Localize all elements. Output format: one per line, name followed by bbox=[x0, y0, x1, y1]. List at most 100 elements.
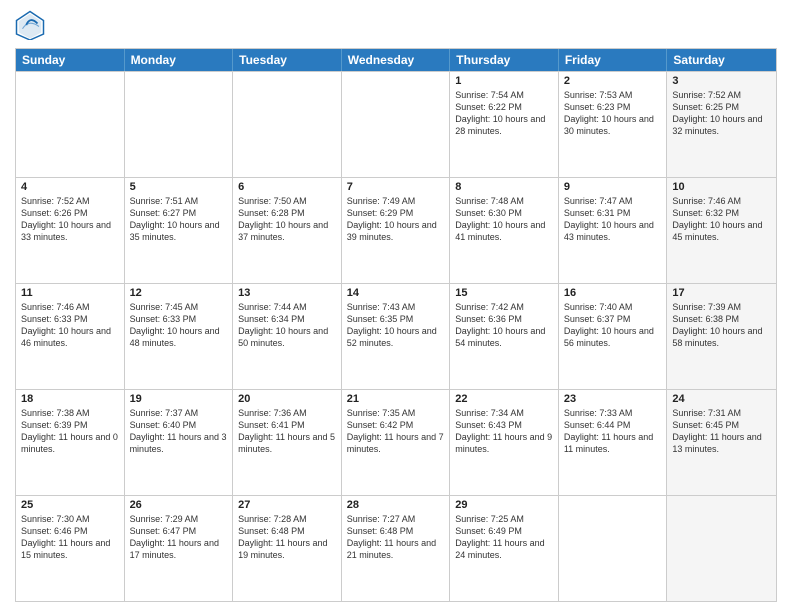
calendar-row-1: 4Sunrise: 7:52 AM Sunset: 6:26 PM Daylig… bbox=[16, 177, 776, 283]
day-cell-15: 15 Sunrise: 7:42 AM Sunset: 6:36 PM Dayli… bbox=[450, 284, 559, 389]
day-cell-16: 16 Sunrise: 7:40 AM Sunset: 6:37 PM Dayli… bbox=[559, 284, 668, 389]
header bbox=[15, 10, 777, 40]
day-info: Sunrise: 7:46 AM Sunset: 6:32 PM Dayligh… bbox=[672, 195, 771, 244]
day-number: 27 bbox=[238, 499, 336, 511]
empty-cell-0-0 bbox=[16, 72, 125, 177]
day-number: 19 bbox=[130, 393, 228, 405]
day-cell-9: 9 Sunrise: 7:47 AM Sunset: 6:31 PM Daylig… bbox=[559, 178, 668, 283]
day-cell-17: 17 Sunrise: 7:39 AM Sunset: 6:38 PM Dayli… bbox=[667, 284, 776, 389]
header-day-sunday: Sunday bbox=[16, 49, 125, 71]
empty-cell-0-1 bbox=[125, 72, 234, 177]
day-cell-1: 1 Sunrise: 7:54 AM Sunset: 6:22 PM Daylig… bbox=[450, 72, 559, 177]
day-number: 1 bbox=[455, 75, 553, 87]
day-info: Sunrise: 7:28 AM Sunset: 6:48 PM Dayligh… bbox=[238, 513, 336, 562]
day-number: 8 bbox=[455, 181, 553, 193]
empty-cell-4-5 bbox=[559, 496, 668, 601]
day-cell-10: 10 Sunrise: 7:46 AM Sunset: 6:32 PM Dayli… bbox=[667, 178, 776, 283]
day-cell-4: 4Sunrise: 7:52 AM Sunset: 6:26 PM Daylig… bbox=[16, 178, 125, 283]
day-info: Sunrise: 7:49 AM Sunset: 6:29 PM Dayligh… bbox=[347, 195, 445, 244]
day-cell-28: 28Sunrise: 7:27 AM Sunset: 6:48 PM Dayli… bbox=[342, 496, 451, 601]
calendar-header: SundayMondayTuesdayWednesdayThursdayFrid… bbox=[16, 49, 776, 71]
page: SundayMondayTuesdayWednesdayThursdayFrid… bbox=[0, 0, 792, 612]
calendar-row-3: 18 Sunrise: 7:38 AM Sunset: 6:39 PM Dayli… bbox=[16, 389, 776, 495]
day-info: Sunrise: 7:27 AM Sunset: 6:48 PM Dayligh… bbox=[347, 513, 445, 562]
day-cell-22: 22 Sunrise: 7:34 AM Sunset: 6:43 PM Dayli… bbox=[450, 390, 559, 495]
day-number: 16 bbox=[564, 287, 662, 299]
empty-cell-0-2 bbox=[233, 72, 342, 177]
day-info: Sunrise: 7:34 AM Sunset: 6:43 PM Dayligh… bbox=[455, 407, 553, 456]
day-info: Sunrise: 7:31 AM Sunset: 6:45 PM Dayligh… bbox=[672, 407, 771, 456]
day-number: 17 bbox=[672, 287, 771, 299]
day-info: Sunrise: 7:36 AM Sunset: 6:41 PM Dayligh… bbox=[238, 407, 336, 456]
day-number: 12 bbox=[130, 287, 228, 299]
logo bbox=[15, 10, 49, 40]
day-info: Sunrise: 7:45 AM Sunset: 6:33 PM Dayligh… bbox=[130, 301, 228, 350]
header-day-monday: Monday bbox=[125, 49, 234, 71]
day-info: Sunrise: 7:33 AM Sunset: 6:44 PM Dayligh… bbox=[564, 407, 662, 456]
header-day-tuesday: Tuesday bbox=[233, 49, 342, 71]
day-info: Sunrise: 7:38 AM Sunset: 6:39 PM Dayligh… bbox=[21, 407, 119, 456]
day-number: 18 bbox=[21, 393, 119, 405]
day-number: 2 bbox=[564, 75, 662, 87]
day-info: Sunrise: 7:53 AM Sunset: 6:23 PM Dayligh… bbox=[564, 89, 662, 138]
day-number: 25 bbox=[21, 499, 119, 511]
day-number: 5 bbox=[130, 181, 228, 193]
day-cell-25: 25 Sunrise: 7:30 AM Sunset: 6:46 PM Dayli… bbox=[16, 496, 125, 601]
day-cell-29: 29 Sunrise: 7:25 AM Sunset: 6:49 PM Dayli… bbox=[450, 496, 559, 601]
day-cell-27: 27 Sunrise: 7:28 AM Sunset: 6:48 PM Dayli… bbox=[233, 496, 342, 601]
day-number: 26 bbox=[130, 499, 228, 511]
calendar-row-0: 1 Sunrise: 7:54 AM Sunset: 6:22 PM Daylig… bbox=[16, 71, 776, 177]
day-number: 23 bbox=[564, 393, 662, 405]
day-number: 29 bbox=[455, 499, 553, 511]
calendar: SundayMondayTuesdayWednesdayThursdayFrid… bbox=[15, 48, 777, 602]
day-info: Sunrise: 7:47 AM Sunset: 6:31 PM Dayligh… bbox=[564, 195, 662, 244]
day-number: 21 bbox=[347, 393, 445, 405]
day-info: Sunrise: 7:35 AM Sunset: 6:42 PM Dayligh… bbox=[347, 407, 445, 456]
day-info: Sunrise: 7:54 AM Sunset: 6:22 PM Dayligh… bbox=[455, 89, 553, 138]
day-number: 22 bbox=[455, 393, 553, 405]
day-cell-24: 24 Sunrise: 7:31 AM Sunset: 6:45 PM Dayli… bbox=[667, 390, 776, 495]
day-info: Sunrise: 7:46 AM Sunset: 6:33 PM Dayligh… bbox=[21, 301, 119, 350]
day-info: Sunrise: 7:42 AM Sunset: 6:36 PM Dayligh… bbox=[455, 301, 553, 350]
day-cell-5: 5 Sunrise: 7:51 AM Sunset: 6:27 PM Daylig… bbox=[125, 178, 234, 283]
day-number: 11 bbox=[21, 287, 119, 299]
day-cell-3: 3 Sunrise: 7:52 AM Sunset: 6:25 PM Daylig… bbox=[667, 72, 776, 177]
day-info: Sunrise: 7:52 AM Sunset: 6:26 PM Dayligh… bbox=[21, 195, 119, 244]
day-cell-23: 23 Sunrise: 7:33 AM Sunset: 6:44 PM Dayli… bbox=[559, 390, 668, 495]
day-info: Sunrise: 7:29 AM Sunset: 6:47 PM Dayligh… bbox=[130, 513, 228, 562]
day-info: Sunrise: 7:30 AM Sunset: 6:46 PM Dayligh… bbox=[21, 513, 119, 562]
day-info: Sunrise: 7:37 AM Sunset: 6:40 PM Dayligh… bbox=[130, 407, 228, 456]
empty-cell-4-6 bbox=[667, 496, 776, 601]
day-info: Sunrise: 7:51 AM Sunset: 6:27 PM Dayligh… bbox=[130, 195, 228, 244]
day-info: Sunrise: 7:52 AM Sunset: 6:25 PM Dayligh… bbox=[672, 89, 771, 138]
day-number: 6 bbox=[238, 181, 336, 193]
day-number: 20 bbox=[238, 393, 336, 405]
logo-icon bbox=[15, 10, 45, 40]
day-number: 15 bbox=[455, 287, 553, 299]
day-cell-19: 19 Sunrise: 7:37 AM Sunset: 6:40 PM Dayli… bbox=[125, 390, 234, 495]
day-info: Sunrise: 7:25 AM Sunset: 6:49 PM Dayligh… bbox=[455, 513, 553, 562]
day-info: Sunrise: 7:43 AM Sunset: 6:35 PM Dayligh… bbox=[347, 301, 445, 350]
day-cell-7: 7 Sunrise: 7:49 AM Sunset: 6:29 PM Daylig… bbox=[342, 178, 451, 283]
day-cell-18: 18 Sunrise: 7:38 AM Sunset: 6:39 PM Dayli… bbox=[16, 390, 125, 495]
day-number: 10 bbox=[672, 181, 771, 193]
header-day-thursday: Thursday bbox=[450, 49, 559, 71]
day-number: 7 bbox=[347, 181, 445, 193]
empty-cell-0-3 bbox=[342, 72, 451, 177]
day-cell-13: 13Sunrise: 7:44 AM Sunset: 6:34 PM Dayli… bbox=[233, 284, 342, 389]
day-cell-20: 20 Sunrise: 7:36 AM Sunset: 6:41 PM Dayli… bbox=[233, 390, 342, 495]
day-cell-21: 21 Sunrise: 7:35 AM Sunset: 6:42 PM Dayli… bbox=[342, 390, 451, 495]
day-number: 3 bbox=[672, 75, 771, 87]
day-cell-26: 26 Sunrise: 7:29 AM Sunset: 6:47 PM Dayli… bbox=[125, 496, 234, 601]
day-number: 13 bbox=[238, 287, 336, 299]
day-number: 14 bbox=[347, 287, 445, 299]
calendar-body: 1 Sunrise: 7:54 AM Sunset: 6:22 PM Daylig… bbox=[16, 71, 776, 601]
day-info: Sunrise: 7:39 AM Sunset: 6:38 PM Dayligh… bbox=[672, 301, 771, 350]
header-day-saturday: Saturday bbox=[667, 49, 776, 71]
calendar-row-2: 11 Sunrise: 7:46 AM Sunset: 6:33 PM Dayli… bbox=[16, 283, 776, 389]
day-info: Sunrise: 7:40 AM Sunset: 6:37 PM Dayligh… bbox=[564, 301, 662, 350]
day-number: 9 bbox=[564, 181, 662, 193]
day-number: 24 bbox=[672, 393, 771, 405]
day-cell-12: 12 Sunrise: 7:45 AM Sunset: 6:33 PM Dayli… bbox=[125, 284, 234, 389]
header-day-wednesday: Wednesday bbox=[342, 49, 451, 71]
